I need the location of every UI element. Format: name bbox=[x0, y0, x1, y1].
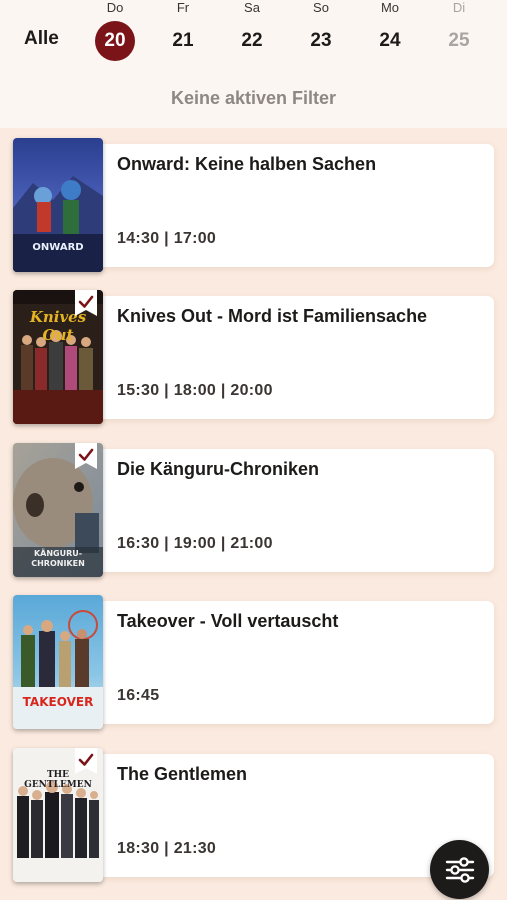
day-sunday[interactable]: So 23 bbox=[299, 0, 343, 61]
movie-item[interactable]: Knives Out Knives Out - Mord ist Familie… bbox=[13, 290, 494, 424]
day-name: Fr bbox=[176, 0, 190, 15]
day-name: Di bbox=[452, 0, 466, 15]
day-name: So bbox=[313, 0, 329, 15]
movie-item[interactable]: ONWARD Onward: Keine halben Sachen 14:30… bbox=[13, 138, 494, 272]
day-number: 25 bbox=[448, 30, 470, 51]
movie-title: Die Känguru-Chroniken bbox=[117, 459, 320, 479]
filter-status-text: Keine aktiven Filter bbox=[170, 88, 337, 108]
movie-item[interactable]: KÄNGURU-CHRONIKEN Die Känguru-Chroniken … bbox=[13, 443, 494, 577]
day-name: Do bbox=[106, 0, 124, 15]
day-number: 20 bbox=[95, 21, 135, 61]
sliders-icon bbox=[445, 856, 474, 883]
poster-title: TAKEOVER bbox=[22, 695, 94, 709]
all-days-button[interactable]: Alle bbox=[24, 28, 59, 50]
day-number: 24 bbox=[379, 30, 401, 51]
date-header: Alle Do 20 Fr 21 Sa 22 So 23 Mo 24 Di 25… bbox=[0, 0, 507, 128]
day-tuesday: Di 25 bbox=[437, 0, 481, 61]
movie-poster: Knives Out bbox=[13, 290, 103, 424]
showtimes: 15:30 | 18:00 | 20:00 bbox=[117, 382, 273, 399]
checkmark-bookmark-icon bbox=[75, 443, 97, 469]
day-thursday[interactable]: Do 20 bbox=[93, 0, 137, 61]
day-monday[interactable]: Mo 24 bbox=[368, 0, 412, 61]
poster-title: ONWARD bbox=[32, 242, 84, 253]
filter-button[interactable] bbox=[430, 840, 489, 899]
day-number: 21 bbox=[172, 30, 194, 51]
movie-title: Knives Out - Mord ist Familiensache bbox=[117, 306, 428, 326]
movie-title: Takeover - Voll vertauscht bbox=[117, 611, 339, 631]
day-friday[interactable]: Fr 21 bbox=[161, 0, 205, 61]
movie-poster: THE GENTLEMEN bbox=[13, 748, 103, 882]
showtimes: 14:30 | 17:00 bbox=[117, 230, 217, 247]
movie-poster: TAKEOVER bbox=[13, 595, 103, 729]
day-number: 23 bbox=[310, 30, 332, 51]
movie-poster: KÄNGURU-CHRONIKEN bbox=[13, 443, 103, 577]
checkmark-bookmark-icon bbox=[75, 748, 97, 774]
day-name: Mo bbox=[380, 0, 400, 15]
movie-title: The Gentlemen bbox=[117, 764, 248, 784]
movie-poster: ONWARD bbox=[13, 138, 103, 272]
movie-item[interactable]: THE GENTLEMEN The Gentlemen 18:30 | 21:3… bbox=[13, 748, 494, 882]
poster-title: KÄNGURU-CHRONIKEN bbox=[31, 549, 85, 568]
showtimes: 16:45 bbox=[117, 687, 160, 704]
showtimes: 18:30 | 21:30 bbox=[117, 840, 217, 857]
checkmark-bookmark-icon bbox=[75, 290, 97, 316]
showtimes: 16:30 | 19:00 | 21:00 bbox=[117, 535, 273, 552]
movie-item[interactable]: TAKEOVER Takeover - Voll vertauscht 16:4… bbox=[13, 595, 494, 729]
movie-title: Onward: Keine halben Sachen bbox=[117, 154, 377, 174]
day-number: 22 bbox=[241, 30, 263, 51]
day-saturday[interactable]: Sa 22 bbox=[230, 0, 274, 61]
day-name: Sa bbox=[244, 0, 260, 15]
